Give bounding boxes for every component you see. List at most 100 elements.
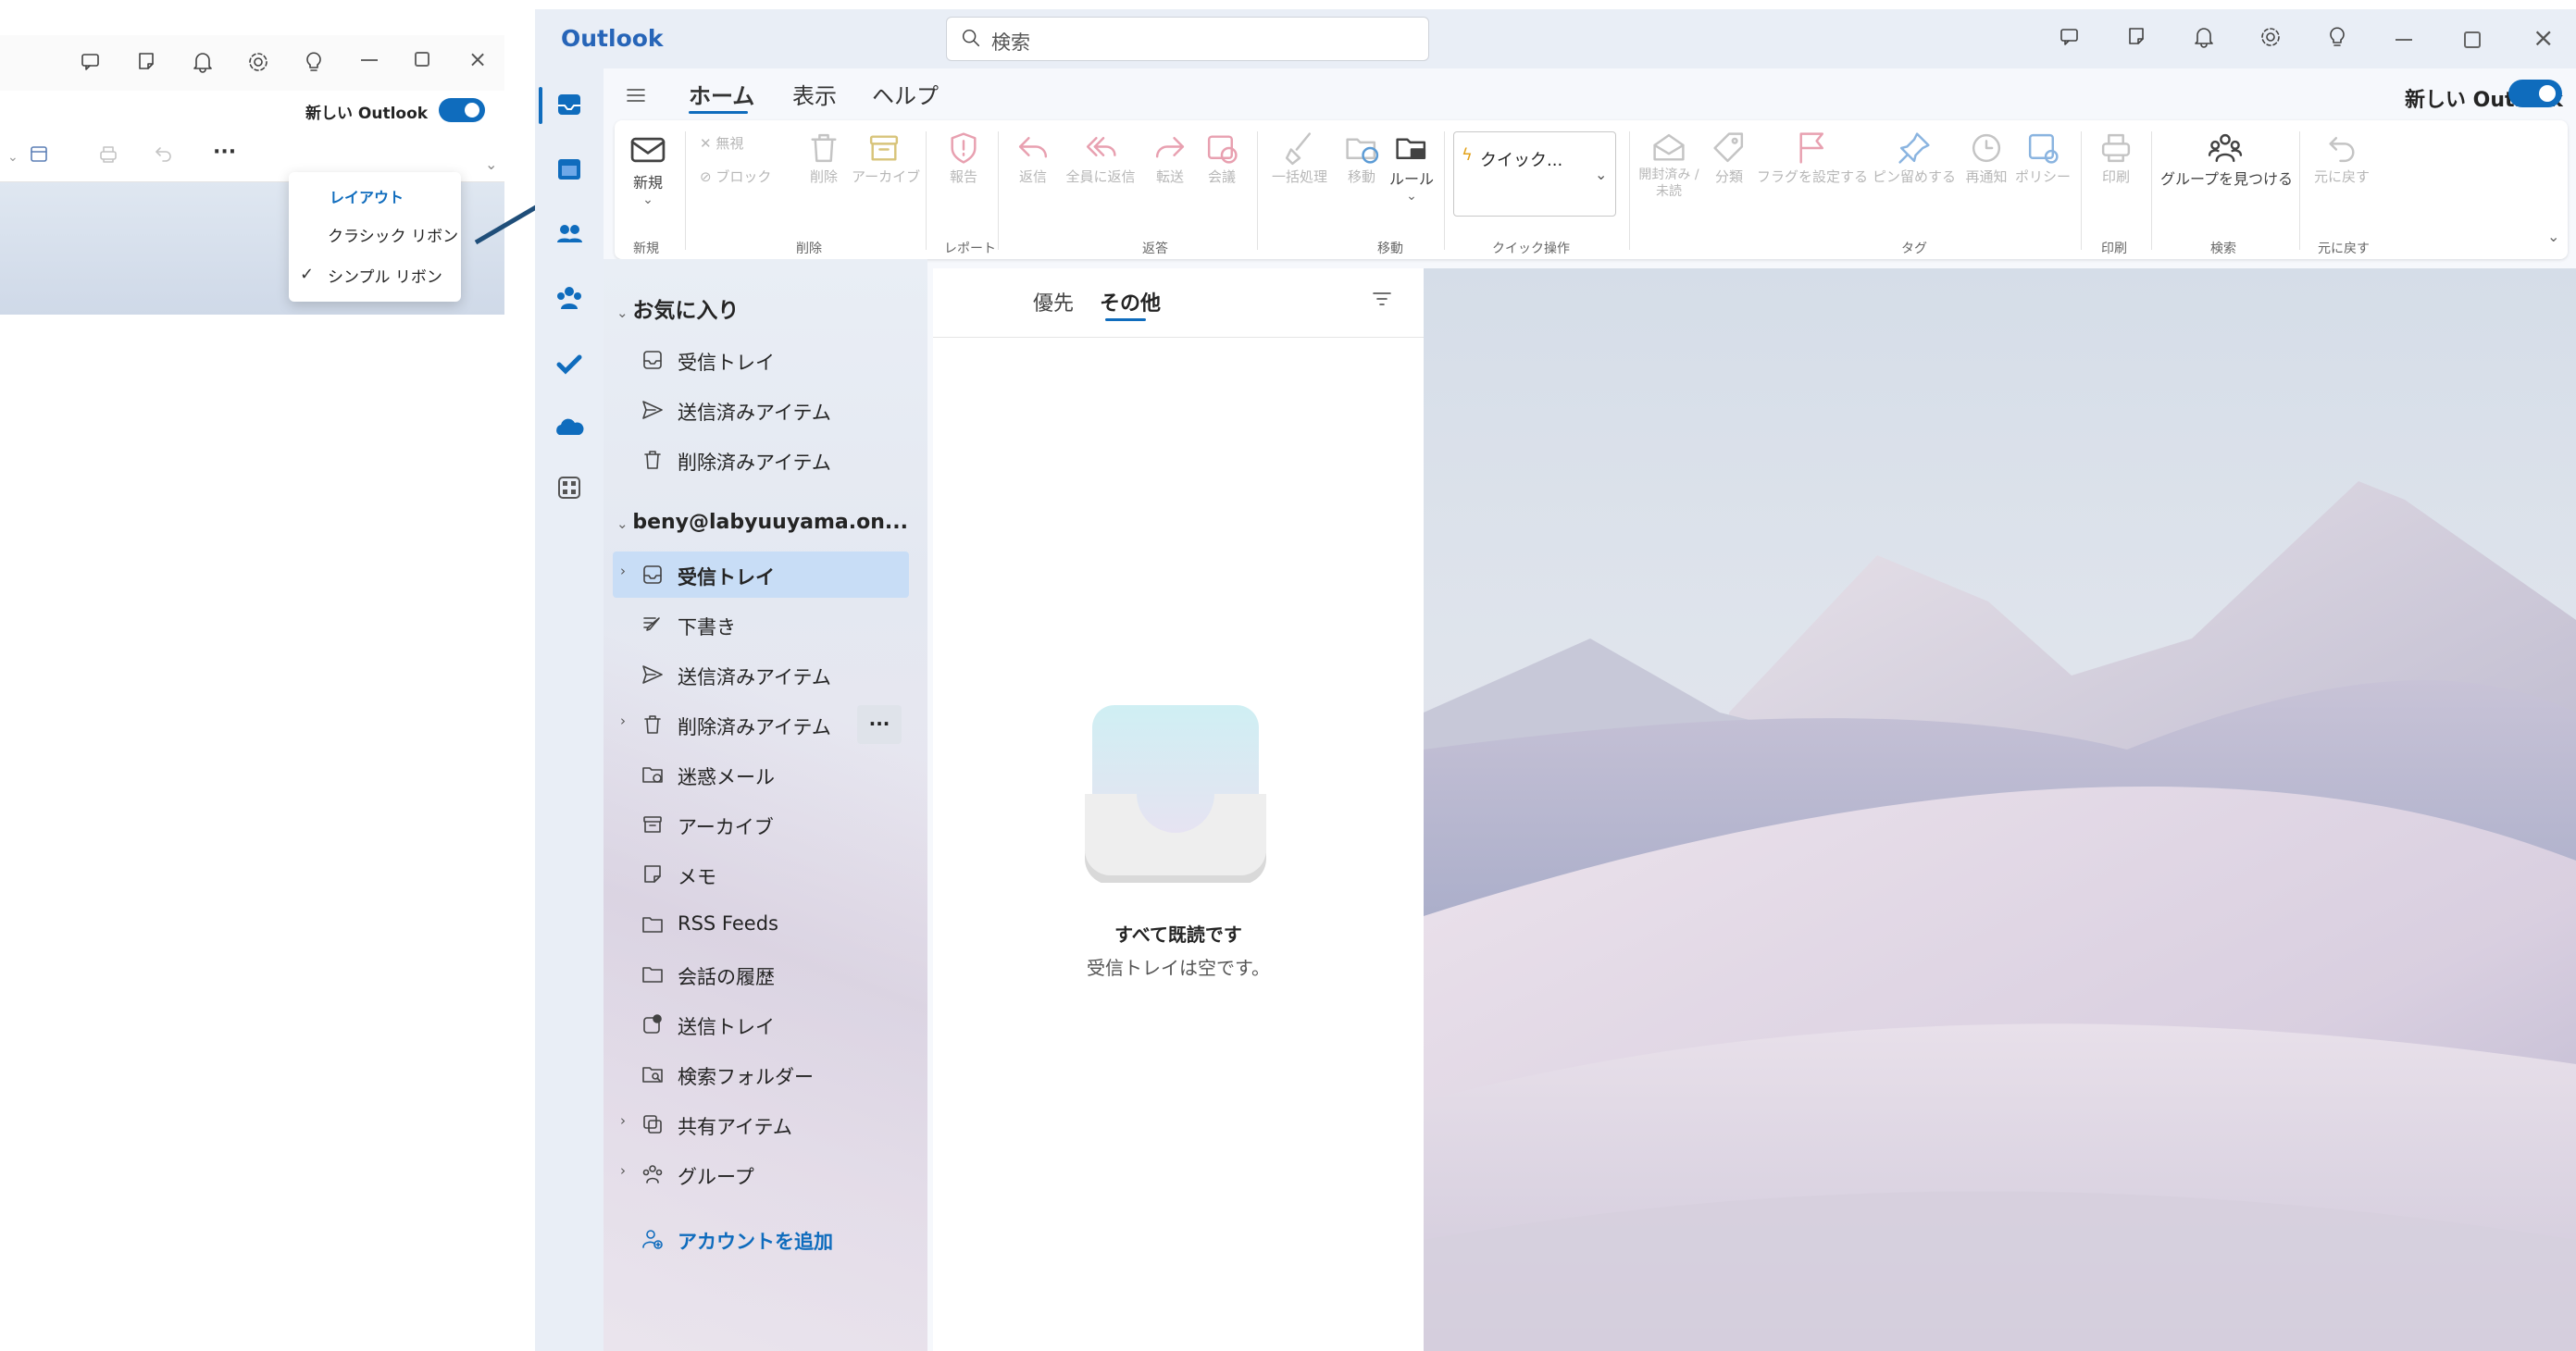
mail-app-icon[interactable]: [550, 85, 589, 124]
archive-button[interactable]: アーカイブ: [852, 130, 920, 186]
block-button[interactable]: ⊘ ブロック: [700, 167, 771, 186]
new-mail-button[interactable]: 新規 ⌄: [620, 130, 676, 207]
folder-shared[interactable]: › 共有アイテム: [613, 1101, 909, 1147]
fav-deleted[interactable]: 削除済みアイテム: [613, 437, 909, 483]
todo-check-icon[interactable]: [550, 344, 589, 383]
tab-focused[interactable]: 優先: [1033, 287, 1074, 316]
pin-button[interactable]: ピン留めする: [1870, 130, 1959, 186]
report-label: 報告: [949, 168, 977, 185]
sweep-button[interactable]: 一括処理: [1263, 130, 1337, 186]
bell-icon[interactable]: [2192, 25, 2216, 49]
restore-icon[interactable]: [2464, 31, 2481, 48]
inset-minimize-icon[interactable]: [361, 59, 378, 61]
tab-help[interactable]: ヘルプ: [872, 78, 939, 110]
new-dropdown-icon[interactable]: ⌄: [620, 192, 676, 207]
gear-icon[interactable]: [2259, 25, 2283, 49]
minimize-icon[interactable]: [2396, 39, 2412, 41]
simple-ribbon-option[interactable]: シンプル リボン: [289, 259, 461, 296]
fav-sent[interactable]: 送信済みアイテム: [613, 387, 909, 433]
expand-chevron-icon[interactable]: ›: [620, 563, 635, 579]
folder-conversation-history[interactable]: 会話の履歴: [613, 951, 909, 998]
folder-archive[interactable]: アーカイブ: [613, 801, 909, 848]
fav-inbox[interactable]: 受信トレイ: [613, 337, 909, 383]
move-button[interactable]: 移動: [1337, 130, 1387, 186]
outbox-icon: [643, 1014, 662, 1034]
people-app-icon[interactable]: [550, 215, 589, 254]
find-groups-button[interactable]: グループを見つける: [2160, 130, 2293, 189]
expand-chevron-icon[interactable]: ›: [620, 1162, 635, 1179]
inset-gear-icon[interactable]: [246, 50, 270, 74]
forward-button[interactable]: 転送: [1144, 130, 1196, 186]
new-outlook-toggle[interactable]: [2508, 80, 2562, 107]
inset-more-button[interactable]: ···: [213, 141, 236, 164]
inset-undo-icon[interactable]: [152, 143, 176, 167]
onedrive-cloud-icon[interactable]: [550, 409, 589, 448]
delete-button[interactable]: 削除: [798, 130, 850, 186]
rules-button[interactable]: ルール ⌄: [1387, 130, 1437, 204]
quick-steps-gallery[interactable]: ϟ クイック... ⌄: [1453, 131, 1616, 217]
inset-bell-icon[interactable]: [191, 50, 215, 74]
chat-icon[interactable]: [2059, 25, 2083, 49]
inset-close-icon[interactable]: ×: [468, 46, 487, 72]
inset-note-icon[interactable]: [135, 50, 159, 74]
inset-calendar-icon[interactable]: [28, 143, 52, 167]
folder-outbox[interactable]: 送信トレイ: [613, 1001, 909, 1047]
undo-button[interactable]: 元に戻す: [2305, 130, 2379, 186]
lightbulb-icon[interactable]: [2325, 25, 2349, 49]
expand-chevron-icon[interactable]: ›: [620, 1112, 635, 1129]
add-account-button[interactable]: アカウントを追加: [613, 1216, 909, 1262]
close-icon[interactable]: ×: [2532, 22, 2554, 53]
separator: [1629, 131, 1630, 250]
reply-all-button[interactable]: 全員に返信: [1059, 130, 1142, 186]
list-divider: [933, 337, 1424, 338]
folder-drafts-label: 下書き: [678, 616, 736, 638]
hamburger-menu-icon[interactable]: [624, 83, 648, 107]
inset-new-outlook-toggle[interactable]: [439, 98, 485, 122]
note-icon[interactable]: [2125, 25, 2149, 49]
folder-groups[interactable]: › グループ: [613, 1151, 909, 1197]
folder-notes[interactable]: メモ: [613, 851, 909, 898]
quick-steps-label: クイック...: [1480, 151, 1563, 170]
search-input[interactable]: 検索: [946, 17, 1429, 61]
account-header[interactable]: ⌄ beny@labyuuyama.on...: [616, 511, 908, 534]
report-button[interactable]: 報告: [939, 130, 989, 186]
folder-search-folders[interactable]: 検索フォルダー: [613, 1051, 909, 1097]
inset-restore-icon[interactable]: [415, 52, 429, 67]
flag-label: フラグを設定する: [1756, 168, 1868, 185]
inset-lightbulb-icon[interactable]: [302, 50, 326, 74]
rules-dropdown-icon[interactable]: ⌄: [1387, 189, 1437, 204]
meeting-button[interactable]: 会議: [1196, 130, 1248, 186]
folder-inbox[interactable]: › 受信トレイ: [613, 552, 909, 598]
more-apps-icon[interactable]: [550, 468, 589, 507]
flag-button[interactable]: フラグを設定する: [1755, 130, 1870, 186]
checkmark-icon: ✓: [300, 265, 315, 284]
quick-steps-expand-icon[interactable]: ⌄: [1595, 166, 1607, 183]
reply-button[interactable]: 返信: [1007, 130, 1059, 186]
junk-folder-icon: [642, 767, 663, 783]
groups-icon: [642, 1165, 663, 1184]
categorize-button[interactable]: 分類: [1705, 130, 1753, 186]
classic-ribbon-option[interactable]: クラシック リボン: [289, 218, 461, 255]
ribbon-collapse-icon[interactable]: ⌄: [2547, 228, 2559, 245]
ignore-button[interactable]: ✕ 無視: [700, 133, 743, 153]
folder-junk[interactable]: 迷惑メール: [613, 751, 909, 798]
teams-groups-icon[interactable]: [550, 279, 589, 318]
folder-deleted[interactable]: › 削除済みアイテム ···: [613, 701, 909, 748]
folder-sent[interactable]: 送信済みアイテム: [613, 651, 909, 698]
filter-icon[interactable]: [1370, 287, 1394, 311]
calendar-app-icon[interactable]: [550, 150, 589, 189]
folder-more-button[interactable]: ···: [857, 705, 902, 744]
inset-print-icon[interactable]: [96, 143, 120, 167]
favorites-header[interactable]: ⌄ お気に入り: [616, 292, 739, 324]
tab-view[interactable]: 表示: [792, 78, 837, 110]
snooze-button[interactable]: 再通知: [1959, 130, 2014, 186]
print-button[interactable]: 印刷: [2090, 130, 2142, 186]
inset-chat-icon[interactable]: [80, 50, 104, 74]
tab-other[interactable]: その他: [1100, 287, 1161, 316]
folder-rss[interactable]: RSS Feeds: [613, 901, 909, 948]
policy-button[interactable]: ポリシー: [2014, 130, 2072, 186]
expand-chevron-icon[interactable]: ›: [620, 713, 635, 729]
read-unread-button[interactable]: 開封済み / 未読: [1636, 130, 1701, 200]
folder-drafts[interactable]: 下書き: [613, 601, 909, 648]
tab-home[interactable]: ホーム: [689, 78, 754, 110]
